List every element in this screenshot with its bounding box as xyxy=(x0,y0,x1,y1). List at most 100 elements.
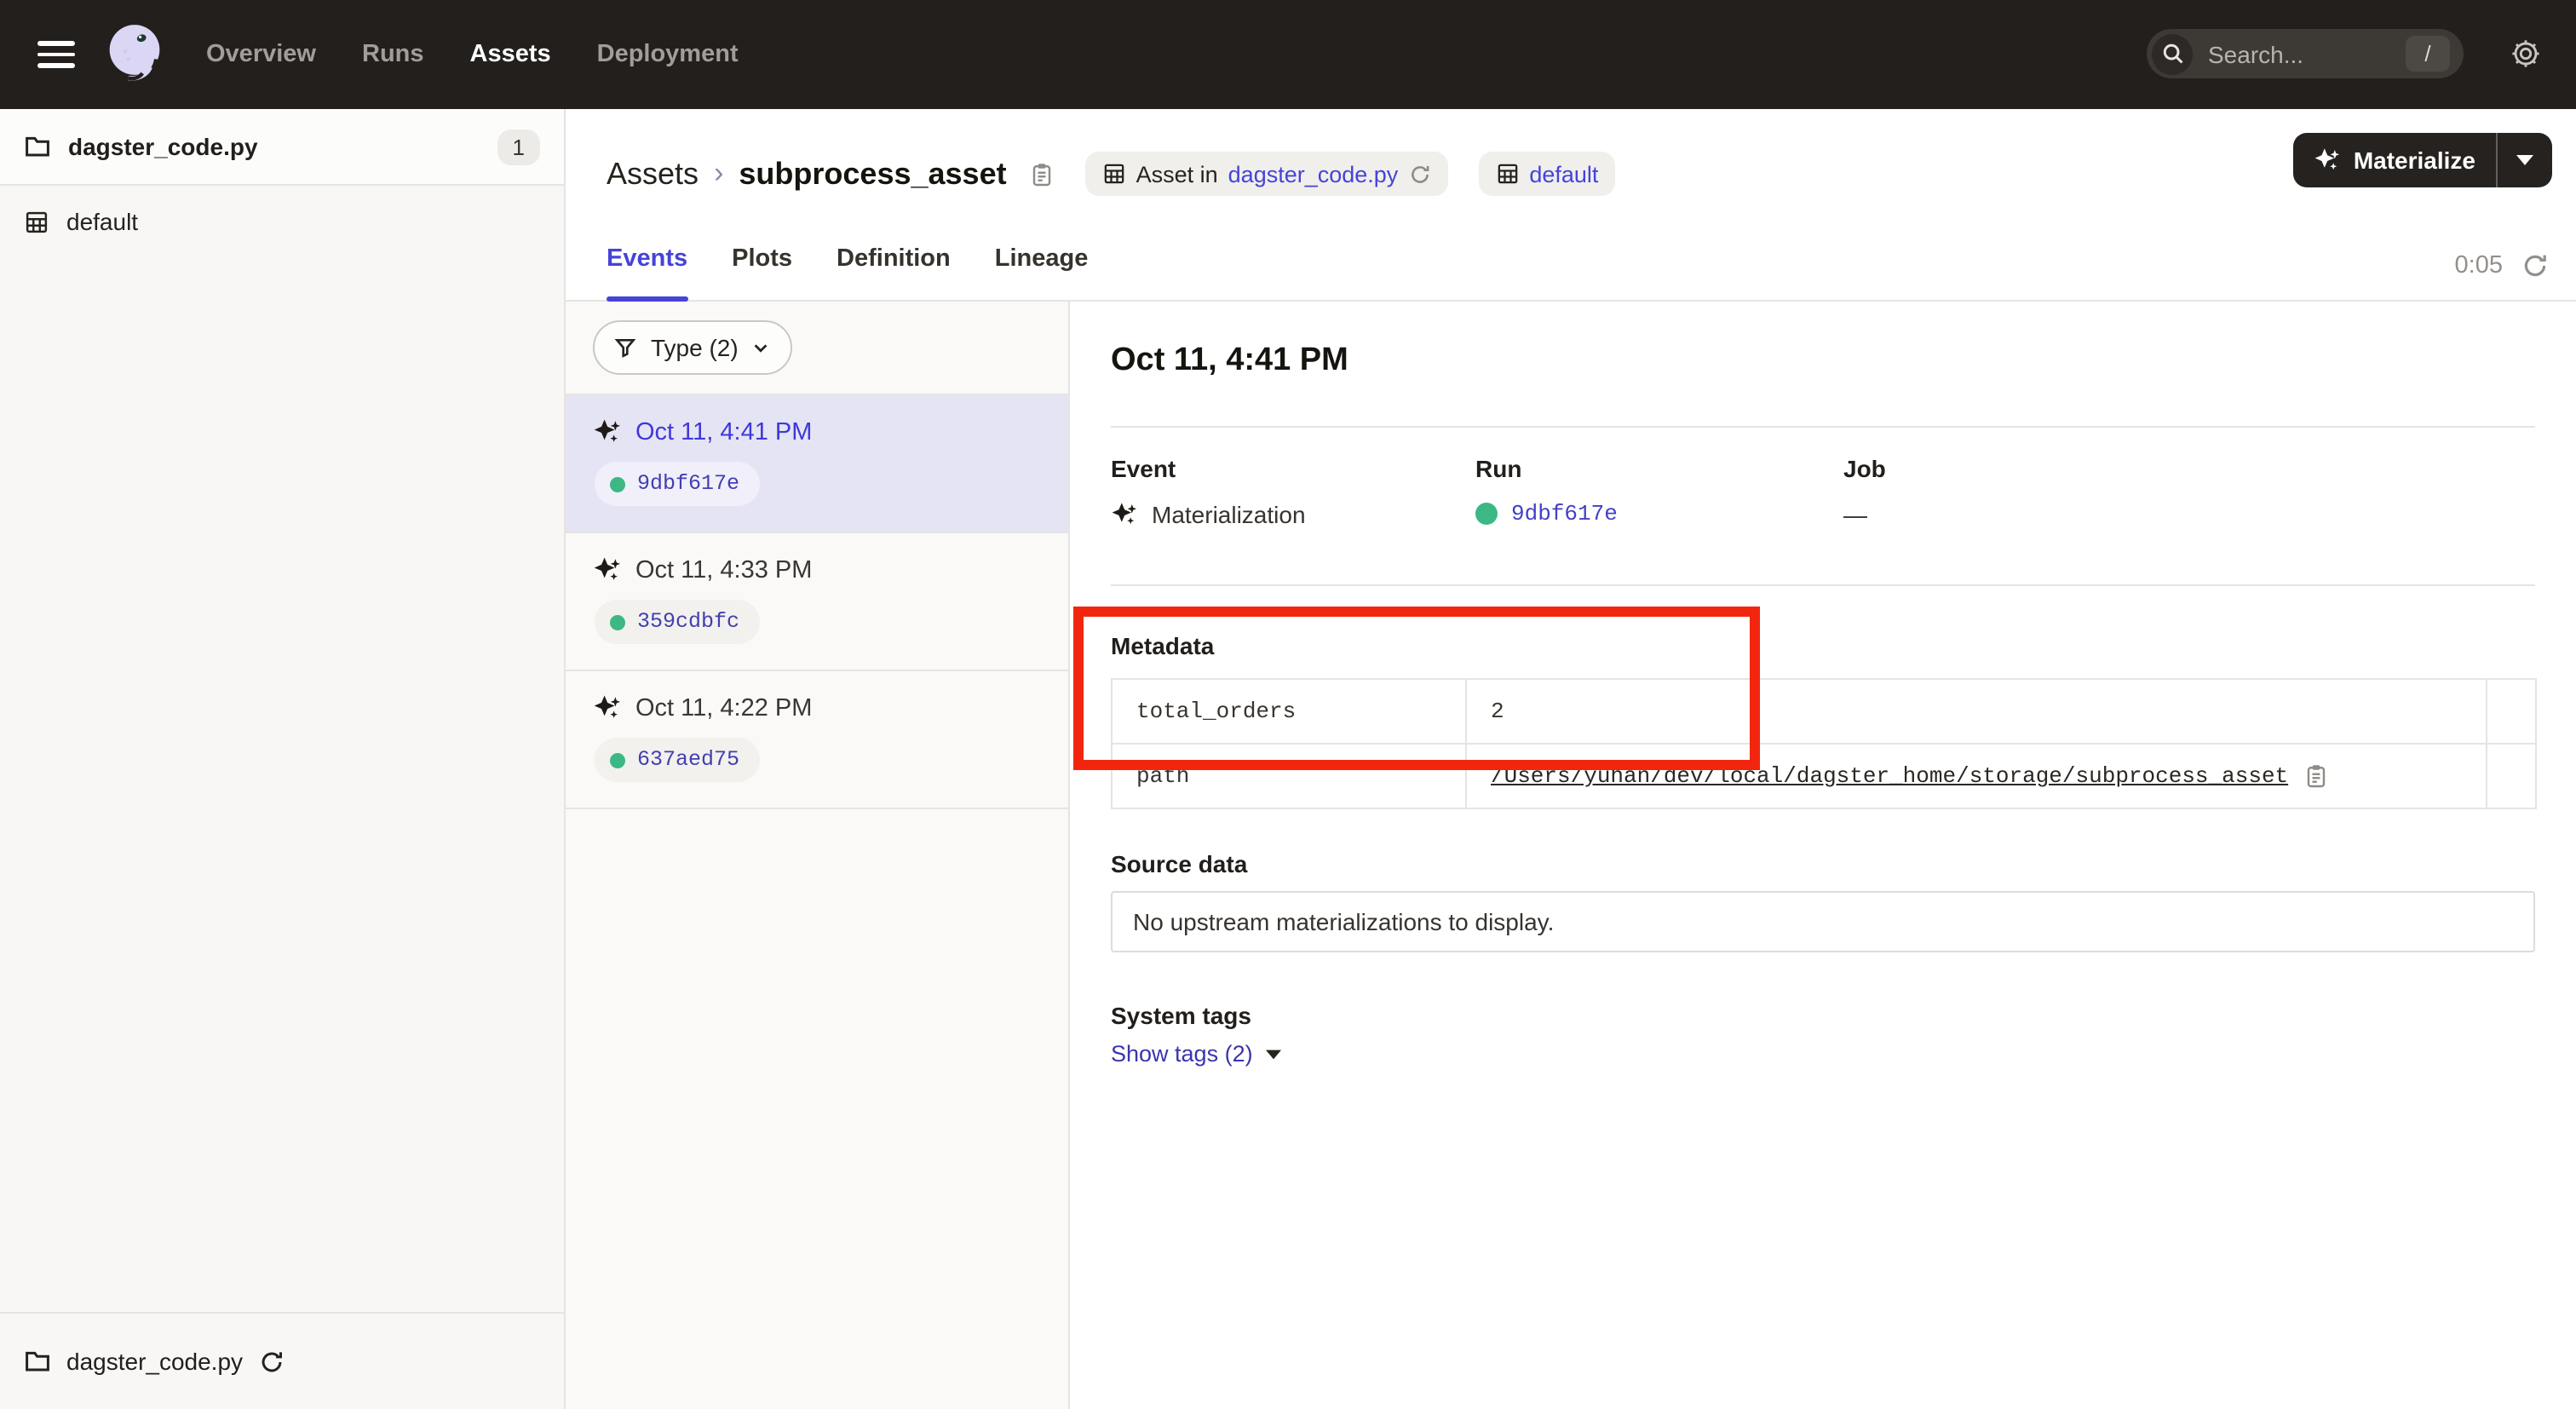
copy-icon[interactable] xyxy=(1029,161,1055,187)
path-link[interactable]: /Users/yuhan/dev/local/dagster_home/stor… xyxy=(1491,763,2288,789)
event-list-item[interactable]: Oct 11, 4:33 PM 359cdbfc xyxy=(566,532,1068,670)
run-status-dot xyxy=(610,752,625,768)
run-id-pill[interactable]: 637aed75 xyxy=(595,738,760,782)
copy-icon[interactable] xyxy=(2303,763,2329,789)
sidebar-repo-header[interactable]: dagster_code.py 1 xyxy=(0,109,564,186)
table-row: path /Users/yuhan/dev/local/dagster_home… xyxy=(1112,744,2536,808)
materialization-icon xyxy=(593,693,622,722)
breadcrumb-assets-link[interactable]: Assets xyxy=(607,156,699,192)
tab-events[interactable]: Events xyxy=(607,242,687,302)
timer-value: 0:05 xyxy=(2455,252,2503,279)
sidebar-repo-count-badge: 1 xyxy=(497,129,540,164)
source-data-empty-state: No upstream materializations to display. xyxy=(1111,891,2535,952)
asset-group-icon xyxy=(1495,162,1519,186)
group-link[interactable]: default xyxy=(1529,161,1598,187)
caret-down-icon xyxy=(1267,1049,1282,1059)
nav-item-assets[interactable]: Assets xyxy=(470,41,551,68)
nav-item-deployment[interactable]: Deployment xyxy=(597,41,739,68)
metadata-table: total_orders 2 path /Users/yuhan/dev/loc… xyxy=(1111,678,2537,809)
asset-group-icon xyxy=(1102,162,1126,186)
event-list-item[interactable]: Oct 11, 4:22 PM 637aed75 xyxy=(566,670,1068,809)
metadata-key: total_orders xyxy=(1112,679,1466,744)
tab-plots[interactable]: Plots xyxy=(732,242,792,302)
materialize-label: Materialize xyxy=(2354,147,2475,174)
materialize-dropdown-button[interactable] xyxy=(2498,155,2552,165)
metadata-value: 2 xyxy=(1466,679,2487,744)
show-tags-toggle[interactable]: Show tags (2) xyxy=(1111,1041,1282,1067)
job-value: — xyxy=(1843,501,1867,528)
event-label: Event xyxy=(1111,455,1306,482)
event-timestamp: Oct 11, 4:22 PM xyxy=(635,694,812,722)
reload-icon[interactable] xyxy=(1408,163,1430,185)
asset-location-tag: Asset in dagster_code.py xyxy=(1085,152,1448,196)
run-id: 359cdbfc xyxy=(637,610,739,634)
type-filter-button[interactable]: Type (2) xyxy=(593,320,793,375)
sidebar-item-default-group[interactable]: default xyxy=(0,186,564,257)
divider xyxy=(1111,584,2535,586)
dagster-app: Overview Runs Assets Deployment Search..… xyxy=(0,0,2576,1409)
gear-icon[interactable] xyxy=(2510,37,2542,70)
job-label: Job xyxy=(1843,455,1886,482)
asset-tabs: Events Plots Definition Lineage xyxy=(566,242,2576,302)
folder-icon xyxy=(24,1348,51,1375)
hamburger-menu-icon[interactable] xyxy=(37,41,75,68)
nav-links: Overview Runs Assets Deployment xyxy=(206,41,739,68)
metadata-heading: Metadata xyxy=(1111,632,1214,659)
code-location-link[interactable]: dagster_code.py xyxy=(1228,161,1399,187)
run-id-pill[interactable]: 359cdbfc xyxy=(595,600,760,644)
tab-definition[interactable]: Definition xyxy=(837,242,951,302)
source-data-empty-text: No upstream materializations to display. xyxy=(1133,908,1554,935)
run-id: 637aed75 xyxy=(637,748,739,772)
nav-item-runs[interactable]: Runs xyxy=(362,41,424,68)
metadata-actions-cell xyxy=(2487,679,2536,744)
event-timestamp: Oct 11, 4:41 PM xyxy=(635,418,812,446)
chevron-down-icon xyxy=(752,338,771,357)
top-nav: Overview Runs Assets Deployment Search..… xyxy=(0,0,2576,109)
event-detail-heading: Oct 11, 4:41 PM xyxy=(1111,342,1348,380)
run-status-dot xyxy=(610,476,625,492)
asset-header: Assets › subprocess_asset xyxy=(566,109,2576,302)
sidebar-repo-name: dagster_code.py xyxy=(68,133,258,160)
materialization-icon xyxy=(1111,501,1138,528)
run-id-link[interactable]: 9dbf617e xyxy=(1511,501,1618,526)
show-tags-label: Show tags (2) xyxy=(1111,1041,1253,1067)
run-id: 9dbf617e xyxy=(637,472,739,496)
run-status-dot xyxy=(610,614,625,630)
refresh-icon[interactable] xyxy=(2521,252,2549,279)
sidebar-footer: dagster_code.py xyxy=(0,1312,564,1409)
filter-bar: Type (2) xyxy=(566,302,1068,394)
search-input[interactable]: Search... / xyxy=(2147,29,2464,78)
run-status-dot xyxy=(1475,503,1498,525)
sidebar-footer-file: dagster_code.py xyxy=(66,1348,243,1375)
event-detail-panel: Oct 11, 4:41 PM Event Materi xyxy=(1070,302,2576,1409)
search-shortcut-badge: / xyxy=(2406,36,2450,72)
folder-icon xyxy=(24,133,51,160)
sidebar-item-label: default xyxy=(66,208,138,235)
group-tag: default xyxy=(1478,152,1615,196)
materialization-icon xyxy=(2314,147,2342,174)
event-list-item[interactable]: Oct 11, 4:41 PM 9dbf617e xyxy=(566,394,1068,532)
materialize-split-button: Materialize xyxy=(2294,133,2552,187)
main-panel: Assets › subprocess_asset xyxy=(566,109,2576,1409)
breadcrumb: Assets › subprocess_asset xyxy=(566,109,2576,201)
source-data-heading: Source data xyxy=(1111,850,1247,877)
run-id-pill[interactable]: 9dbf617e xyxy=(595,462,760,506)
filter-icon xyxy=(613,336,637,359)
materialization-icon xyxy=(593,555,622,584)
system-tags-heading: System tags xyxy=(1111,1002,1251,1029)
materialize-button[interactable]: Materialize xyxy=(2294,147,2496,174)
materialization-icon xyxy=(593,417,622,446)
nav-item-overview[interactable]: Overview xyxy=(206,41,316,68)
type-filter-label: Type (2) xyxy=(651,334,739,361)
reload-icon[interactable] xyxy=(258,1349,284,1374)
dagster-logo[interactable] xyxy=(97,17,172,92)
table-row: total_orders 2 xyxy=(1112,679,2536,744)
divider xyxy=(1111,426,2535,428)
refresh-timer: 0:05 xyxy=(2455,252,2549,279)
asset-in-label: Asset in xyxy=(1136,161,1218,187)
page-title: subprocess_asset xyxy=(739,156,1006,192)
event-type-value: Materialization xyxy=(1152,501,1306,528)
asset-group-icon xyxy=(24,209,49,234)
tab-lineage[interactable]: Lineage xyxy=(995,242,1089,302)
search-icon xyxy=(2152,33,2193,74)
